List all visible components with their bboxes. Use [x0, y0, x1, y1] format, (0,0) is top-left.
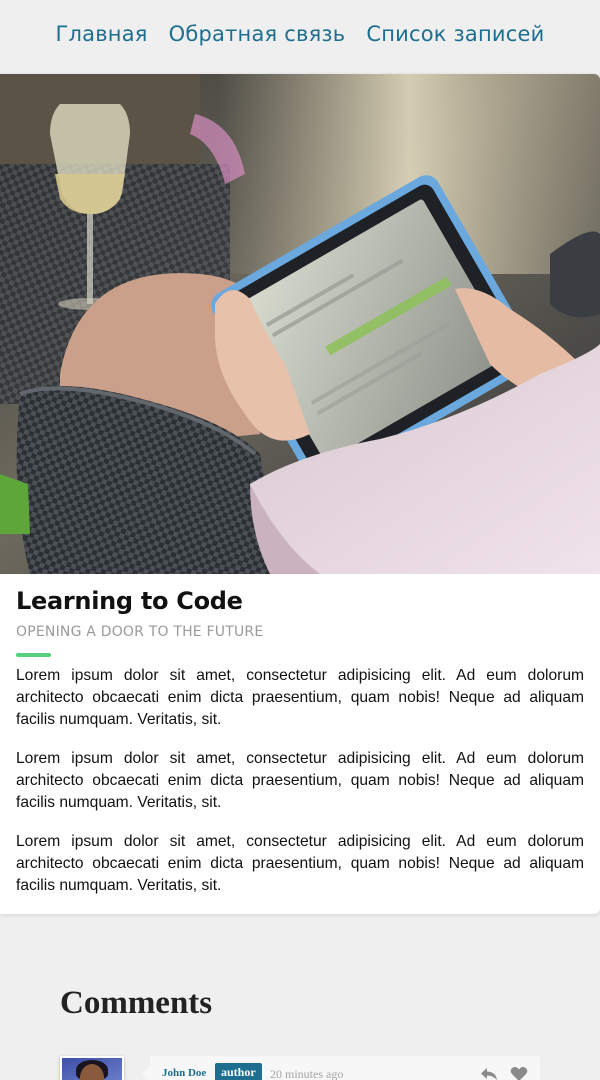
nav-link-posts-list[interactable]: Список записей: [366, 22, 544, 46]
post-title: Learning to Code: [16, 587, 243, 615]
hero-image: [0, 74, 600, 574]
post-paragraph: Lorem ipsum dolor sit amet, consectetur …: [16, 667, 584, 728]
comments-heading: Comments: [60, 985, 213, 1021]
post-body: Lorem ipsum dolor sit amet, consectetur …: [16, 665, 584, 914]
post-paragraph: Lorem ipsum dolor sit amet, consectetur …: [16, 833, 584, 894]
reply-icon[interactable]: [480, 1066, 498, 1080]
nav-link-home[interactable]: Главная: [56, 22, 148, 46]
author-badge: author: [215, 1063, 262, 1080]
heart-icon[interactable]: [510, 1066, 528, 1080]
title-accent-bar: [16, 653, 51, 657]
comment-time: 20 minutes ago: [270, 1067, 344, 1080]
post-subtitle: OPENING A DOOR TO THE FUTURE: [16, 624, 264, 640]
main-nav: Главная Обратная связь Список записей: [0, 0, 600, 74]
post-card: Learning to Code OPENING A DOOR TO THE F…: [0, 74, 600, 914]
comment-bubble: John Doe author 20 minutes ago: [142, 1056, 540, 1080]
comment-author[interactable]: John Doe: [162, 1067, 206, 1079]
nav-link-feedback[interactable]: Обратная связь: [169, 22, 346, 46]
post-paragraph: Lorem ipsum dolor sit amet, consectetur …: [16, 750, 584, 811]
avatar[interactable]: [60, 1056, 124, 1080]
comment-item: John Doe author 20 minutes ago: [60, 1056, 540, 1080]
